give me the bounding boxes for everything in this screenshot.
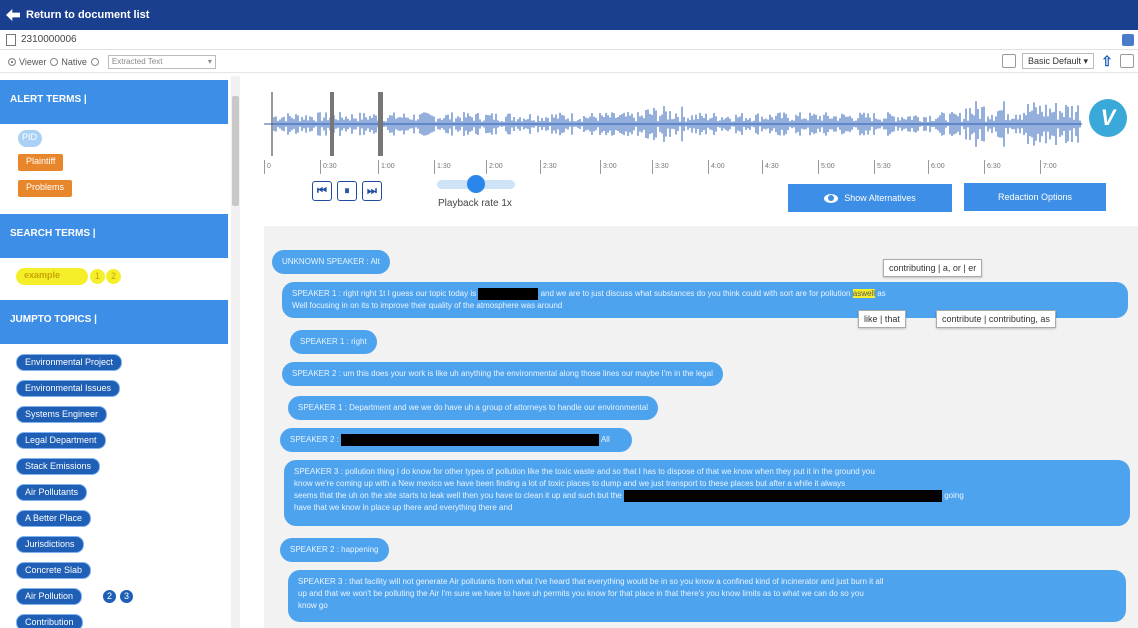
sidebar-scrollbar-thumb[interactable] xyxy=(232,96,239,206)
topic-chip[interactable]: Contribution xyxy=(16,614,83,628)
logo-icon: V xyxy=(1089,99,1127,137)
grid-icon[interactable] xyxy=(1001,54,1016,68)
transcript-line[interactable]: SPEAKER 1 : Department and we we do have… xyxy=(288,396,658,420)
chevron-down-icon: ▾ xyxy=(207,57,212,66)
time-tick: 2:00 xyxy=(486,160,503,174)
document-icon xyxy=(6,33,16,46)
time-tick: 5:30 xyxy=(874,160,891,174)
transcript-line[interactable]: SPEAKER 1 : right xyxy=(290,330,377,354)
time-axis: 0 0:30 1:00 1:30 2:00 2:30 3:00 3:30 4:0… xyxy=(264,160,1082,176)
document-row: 2310000006 xyxy=(0,30,1138,50)
native-label: Native xyxy=(61,56,87,67)
time-tick: 0 xyxy=(264,160,271,174)
eye-icon xyxy=(824,193,839,203)
alert-term-pid[interactable]: PID xyxy=(18,130,42,147)
right-toolbar: Basic Default ▾ ⇧ xyxy=(1001,53,1134,69)
topic-chip[interactable]: Air Pollutants xyxy=(16,484,88,501)
rewind-button[interactable]: ⏮ xyxy=(312,181,332,201)
return-label[interactable]: Return to document list xyxy=(26,9,149,21)
back-arrow-icon xyxy=(6,9,20,21)
search-term-chip[interactable]: example xyxy=(16,268,88,285)
time-tick: 6:30 xyxy=(984,160,1001,174)
topic-chip[interactable]: Air Pollution xyxy=(16,588,83,605)
time-tick: 5:00 xyxy=(818,160,835,174)
view-select[interactable]: Extracted Text ▾ xyxy=(107,54,216,69)
transcript-line[interactable]: UNKNOWN SPEAKER : Alt xyxy=(272,250,390,274)
viewer-label: Viewer xyxy=(19,56,47,67)
time-tick: 3:00 xyxy=(600,160,617,174)
viewer-radio[interactable] xyxy=(8,57,16,66)
transcript-line[interactable]: SPEAKER 3 : pollution thing I do know fo… xyxy=(284,460,1130,526)
show-alternatives-button[interactable]: Show Alternatives xyxy=(788,184,952,212)
upload-icon[interactable]: ⇧ xyxy=(1100,54,1114,68)
show-alternatives-label: Show Alternatives xyxy=(844,193,916,203)
time-tick: 4:30 xyxy=(762,160,779,174)
topic-chip[interactable]: Concrete Slab xyxy=(16,562,92,579)
native-radio[interactable] xyxy=(50,57,59,66)
topic-chip[interactable]: Jurisdictions xyxy=(16,536,84,553)
document-settings-icon[interactable] xyxy=(1120,54,1134,68)
pause-button[interactable]: ⏸ xyxy=(337,181,357,201)
alert-term-plaintiff[interactable]: Plaintiff xyxy=(18,154,64,171)
search-terms-header[interactable]: SEARCH TERMS | xyxy=(0,214,228,258)
fast-forward-button[interactable]: ⏭ xyxy=(362,181,382,201)
expand-icon[interactable] xyxy=(1122,34,1134,46)
transcript-line[interactable]: SPEAKER 2 : happening xyxy=(280,538,389,562)
highlighted-word[interactable]: well xyxy=(861,289,875,299)
redaction-block[interactable] xyxy=(341,434,600,446)
transcript-line[interactable]: SPEAKER 3 : that facility will not gener… xyxy=(288,570,1126,622)
topic-chip[interactable]: A Better Place xyxy=(16,510,92,527)
alert-terms-header[interactable]: ALERT TERMS | xyxy=(0,80,228,124)
transcript-line[interactable]: SPEAKER 2 : um this does your work is li… xyxy=(282,362,723,386)
basic-default-dropdown[interactable]: Basic Default ▾ xyxy=(1021,53,1094,69)
sidebar: ALERT TERMS | PID Plaintiff Problems SEA… xyxy=(0,74,240,628)
jump-topics-header[interactable]: JUMPTO TOPICS | xyxy=(0,300,228,344)
alternative-tooltip[interactable]: like | that xyxy=(858,310,906,328)
extracted-radio[interactable] xyxy=(90,57,99,66)
time-tick: 7:00 xyxy=(1040,160,1057,174)
time-tick: 0:30 xyxy=(320,160,337,174)
topic-count-badge[interactable]: 3 xyxy=(119,589,134,604)
audio-waveform[interactable] xyxy=(264,92,1082,156)
document-name: 2310000006 xyxy=(21,34,77,45)
redaction-options-button[interactable]: Redaction Options xyxy=(964,183,1106,211)
time-tick: 2:30 xyxy=(540,160,557,174)
view-select-value: Extracted Text xyxy=(111,57,163,66)
redaction-block[interactable] xyxy=(624,490,942,502)
redaction-block[interactable] xyxy=(478,288,539,300)
playback-rate-label: Playback rate 1x xyxy=(438,198,512,209)
transcript-line-text: seems that the uh on the site starts to … xyxy=(294,490,964,502)
search-count-badge[interactable]: 2 xyxy=(106,269,121,284)
transcript-line-text: SPEAKER 1 : right right 1t I guess our t… xyxy=(292,288,886,300)
topic-chip[interactable]: Systems Engineer xyxy=(16,406,108,423)
time-tick: 4:00 xyxy=(708,160,725,174)
topic-chip[interactable]: Stack Emissions xyxy=(16,458,101,475)
highlighted-word[interactable]: as xyxy=(852,289,862,299)
alternative-tooltip[interactable]: contributing | a, or | er xyxy=(883,259,983,277)
time-tick: 6:00 xyxy=(928,160,945,174)
time-tick: 1:30 xyxy=(434,160,451,174)
return-to-list-bar[interactable]: Return to document list xyxy=(0,0,1138,30)
playback-rate-slider-thumb[interactable] xyxy=(467,175,485,193)
topic-chip[interactable]: Environmental Project xyxy=(16,354,123,371)
transcript-line[interactable]: SPEAKER 2 : All xyxy=(280,428,632,453)
alternative-tooltip[interactable]: contribute | contributing, as xyxy=(936,310,1056,328)
topic-chip[interactable]: Legal Department xyxy=(16,432,106,449)
topic-count-badge[interactable]: 2 xyxy=(102,589,117,604)
view-mode-bar: Viewer Native Extracted Text ▾ Basic Def… xyxy=(0,51,1138,73)
topic-chip[interactable]: Environmental Issues xyxy=(16,380,121,397)
alert-term-problems[interactable]: Problems xyxy=(18,180,73,197)
time-tick: 1:00 xyxy=(378,160,395,174)
search-count-badge[interactable]: 1 xyxy=(90,269,105,284)
time-tick: 3:30 xyxy=(652,160,669,174)
